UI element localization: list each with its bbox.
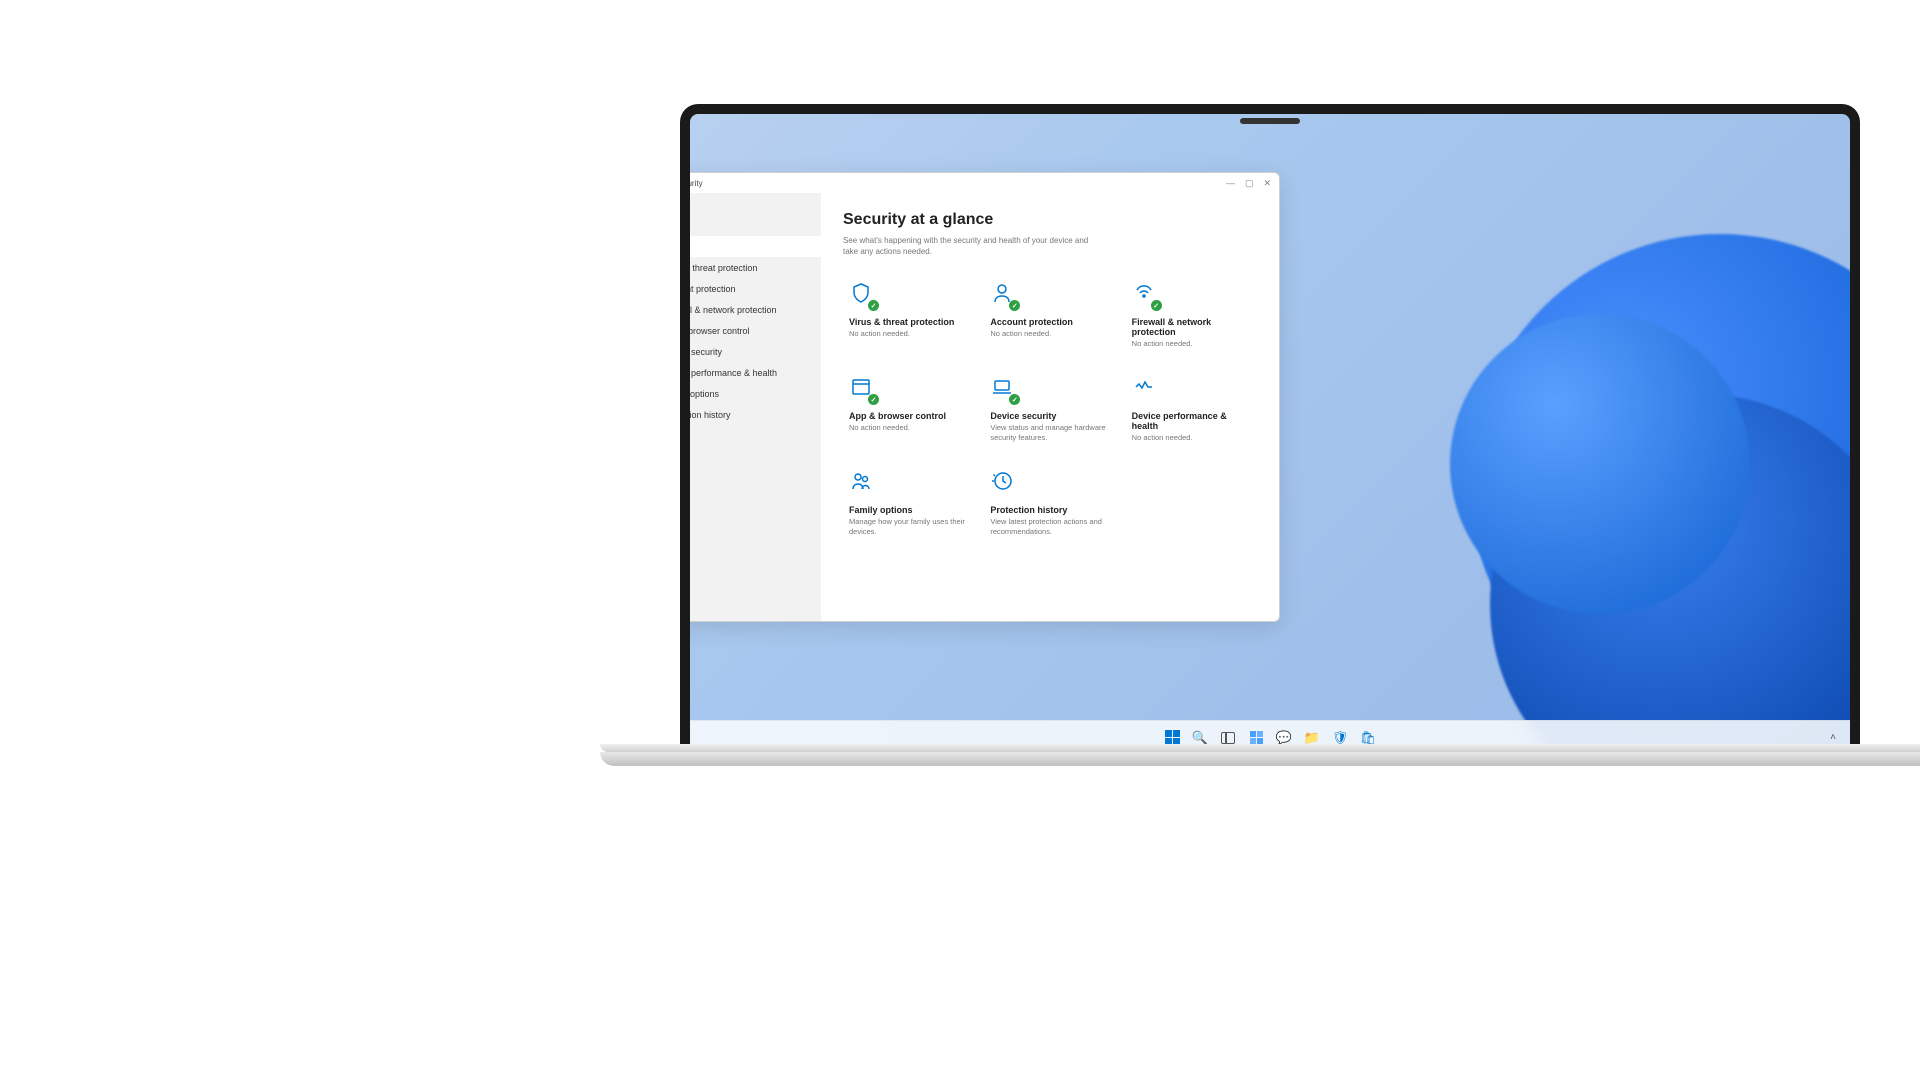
sidebar: ← ≡ ⌂Home◯Virus & threat protection◌Acco… [680,193,821,621]
titlebar[interactable]: Windows Security ― ▢ ✕ [680,173,1279,193]
person-icon [990,281,1018,309]
screen: Windows Security ― ▢ ✕ ← ≡ ⌂Home◯Virus &… [680,104,1860,754]
sidebar-item-label: Account protection [680,284,736,294]
laptop-base [680,744,1860,776]
card-subtitle: No action needed. [990,329,1109,339]
card-subtitle: View latest protection actions and recom… [990,517,1109,537]
sidebar-item-family-options[interactable]: ∞Family options [680,383,821,404]
card-family-options[interactable]: Family options Manage how your family use… [843,461,974,545]
status-ok-badge [868,394,879,405]
sidebar-item-label: Settings [680,605,690,615]
main-content: Security at a glance See what's happenin… [821,193,1279,621]
sidebar-item-virus-threat-protection[interactable]: ◯Virus & threat protection [680,257,821,278]
card-title: Device performance & health [1132,411,1251,431]
card-protection-history[interactable]: Protection history View latest protection… [984,461,1115,545]
sidebar-item-device-performance-health[interactable]: ♡Device performance & health [680,362,821,383]
window-title: Windows Security [680,179,703,188]
hamburger-button[interactable]: ≡ [680,212,821,232]
sidebar-item-label: Firewall & network protection [680,305,777,315]
sidebar-item-account-protection[interactable]: ◌Account protection [680,278,821,299]
laptop-frame: Windows Security ― ▢ ✕ ← ≡ ⌂Home◯Virus &… [680,104,1860,754]
sidebar-item-label: Device security [680,347,722,357]
family-icon [849,469,877,497]
card-subtitle: No action needed. [849,329,968,339]
card-subtitle: View status and manage hardware security… [990,423,1109,443]
card-account-protection[interactable]: Account protection No action needed. [984,273,1115,357]
history-icon [990,469,1018,497]
sidebar-item-label: Family options [680,389,719,399]
sidebar-item-label: App & browser control [680,326,750,336]
close-icon[interactable]: ✕ [1263,178,1271,189]
card-subtitle: No action needed. [1132,433,1251,443]
sidebar-item-protection-history[interactable]: ↺Protection history [680,404,821,425]
sidebar-item-label: Protection history [680,410,731,420]
sidebar-item-home[interactable]: ⌂Home [680,236,821,257]
card-title: Family options [849,505,968,515]
heart-icon [1132,375,1160,403]
card-subtitle: No action needed. [1132,339,1251,349]
antenna-icon [1132,281,1160,309]
card-title: Firewall & network protection [1132,317,1251,337]
sidebar-item-label: Home [680,242,685,252]
laptop-icon [990,375,1018,403]
card-title: App & browser control [849,411,968,421]
card-title: Account protection [990,317,1109,327]
card-title: Protection history [990,505,1109,515]
status-ok-badge [1151,300,1162,311]
taskbar-overflow-chevron[interactable]: ˄ [1830,732,1836,743]
card-firewall-network-protection[interactable]: Firewall & network protection No action n… [1126,273,1257,357]
card-subtitle: Manage how your family uses their device… [849,517,968,537]
maximize-icon[interactable]: ▢ [1245,178,1254,189]
sidebar-item-firewall-network-protection[interactable]: (·)Firewall & network protection [680,299,821,320]
card-virus-threat-protection[interactable]: Virus & threat protection No action neede… [843,273,974,357]
windows-security-window: Windows Security ― ▢ ✕ ← ≡ ⌂Home◯Virus &… [680,172,1280,622]
minimize-icon[interactable]: ― [1226,178,1235,189]
card-title: Virus & threat protection [849,317,968,327]
page-title: Security at a glance [843,211,1257,229]
status-ok-badge [1009,394,1020,405]
sidebar-item-label: Device performance & health [680,368,777,378]
shield-icon [849,281,877,309]
sidebar-item-settings[interactable]: ⚙ Settings [680,598,821,621]
card-app-browser-control[interactable]: App & browser control No action needed. [843,367,974,451]
status-ok-badge [868,300,879,311]
back-button[interactable]: ← [680,193,821,212]
card-title: Device security [990,411,1109,421]
sidebar-item-device-security[interactable]: ▭Device security [680,341,821,362]
status-ok-badge [1009,300,1020,311]
browser-icon [849,375,877,403]
page-subtitle: See what's happening with the security a… [843,235,1103,257]
card-device-performance-health[interactable]: Device performance & health No action nee… [1126,367,1257,451]
sidebar-item-app-browser-control[interactable]: ▭App & browser control [680,320,821,341]
card-subtitle: No action needed. [849,423,968,433]
sidebar-item-label: Virus & threat protection [680,263,757,273]
card-device-security[interactable]: Device security View status and manage ha… [984,367,1115,451]
